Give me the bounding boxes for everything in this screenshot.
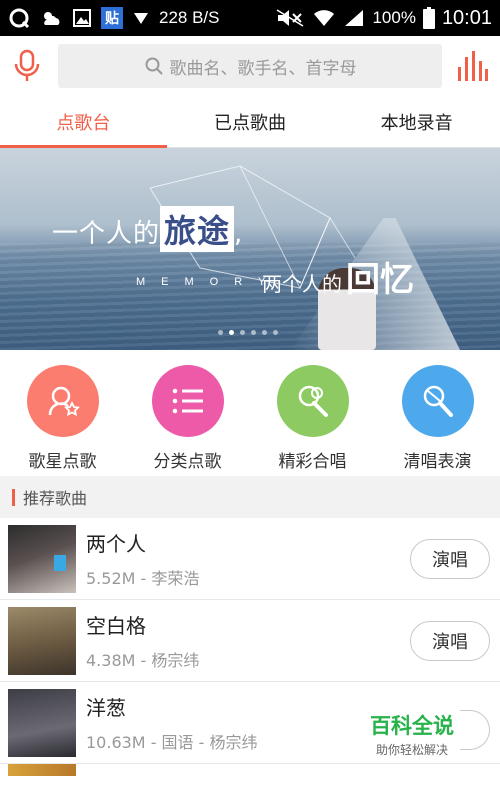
cover-tag xyxy=(54,554,66,571)
search-placeholder: 歌曲名、歌手名、首字母 xyxy=(169,58,357,79)
page-dot xyxy=(218,330,223,335)
mute-icon xyxy=(275,8,305,28)
song-meta: 5.52M - 李荣浩 xyxy=(86,569,200,588)
clock: 10:01 xyxy=(441,6,492,29)
battery-icon xyxy=(422,7,435,29)
wifi-icon xyxy=(312,8,336,28)
section-accent-bar xyxy=(12,488,15,506)
song-row[interactable]: 两个人 5.52M - 李荣浩 演唱 xyxy=(0,518,500,600)
banner-line2-prefix: 两个人的 xyxy=(262,272,342,296)
category-singer[interactable]: 歌星点歌 xyxy=(0,365,125,476)
q-app-icon xyxy=(8,7,30,29)
weather-icon xyxy=(39,8,63,28)
search-input[interactable]: 歌曲名、歌手名、首字母 xyxy=(58,44,442,88)
download-icon xyxy=(132,9,150,27)
watermark-subtitle: 助你轻松解决 xyxy=(375,743,448,757)
album-cover xyxy=(8,688,76,757)
category-label: 精彩合唱 xyxy=(278,452,347,472)
category-label: 清唱表演 xyxy=(403,452,472,472)
gallery-icon xyxy=(72,8,92,28)
search-icon xyxy=(144,56,164,76)
song-title: 两个人 xyxy=(86,532,146,556)
song-meta: 4.38M - 杨宗纬 xyxy=(86,651,200,670)
signal-icon xyxy=(343,8,365,28)
song-row[interactable]: 空白格 4.38M - 杨宗纬 演唱 xyxy=(0,600,500,682)
song-title: 空白格 xyxy=(86,614,146,638)
category-genre[interactable]: 分类点歌 xyxy=(125,365,250,476)
page-dot xyxy=(251,330,256,335)
banner-line1: 一个人的 旅途, xyxy=(52,206,243,252)
top-header: 歌曲名、歌手名、首字母 xyxy=(0,36,500,96)
page-dot xyxy=(240,330,245,335)
page-dot xyxy=(273,330,278,335)
album-cover xyxy=(8,606,76,675)
promo-banner[interactable]: 一个人的 旅途, MEMORY 两个人的 回忆 xyxy=(0,148,500,350)
watermark-title: 百科全说 xyxy=(370,714,454,738)
recommended-header: 推荐歌曲 xyxy=(0,476,500,518)
next-song-peek xyxy=(0,764,500,776)
banner-page-indicator xyxy=(218,330,278,335)
category-label: 分类点歌 xyxy=(153,452,222,472)
equalizer-icon[interactable] xyxy=(456,49,488,83)
album-cover xyxy=(8,764,76,776)
banner-line1-big: 旅途 xyxy=(160,206,235,252)
watermark-logo: 百科全说 助你轻松解决 xyxy=(362,710,462,758)
category-grid: 歌星点歌 分类点歌 精彩合唱 清唱表演 xyxy=(0,350,500,476)
page-dot xyxy=(262,330,267,335)
singer-star-icon xyxy=(26,365,99,437)
section-title: 推荐歌曲 xyxy=(23,489,88,508)
page-dot-active xyxy=(229,330,234,335)
duet-microphone-icon xyxy=(276,365,349,437)
banner-memory: MEMORY xyxy=(136,276,282,288)
tieba-icon: 贴 xyxy=(101,7,123,29)
microphone-icon xyxy=(401,365,474,437)
banner-line2: 两个人的 回忆 xyxy=(262,252,414,301)
status-bar: 贴 228 B/S 100% 10:01 xyxy=(0,0,500,36)
banner-line1-prefix: 一个人的 xyxy=(52,219,161,249)
category-label: 歌星点歌 xyxy=(28,452,97,472)
tab-requested-songs[interactable]: 已点歌曲 xyxy=(167,96,334,147)
banner-line2-big: 回忆 xyxy=(346,260,414,300)
sing-button[interactable]: 演唱 xyxy=(410,620,490,661)
category-acapella[interactable]: 清唱表演 xyxy=(375,365,500,476)
tab-bar: 点歌台 已点歌曲 本地录音 xyxy=(0,96,500,148)
list-icon xyxy=(151,365,224,437)
album-cover xyxy=(8,524,76,593)
sing-button[interactable]: 演唱 xyxy=(410,538,490,579)
tab-song-station[interactable]: 点歌台 xyxy=(0,96,167,148)
microphone-icon[interactable] xyxy=(12,49,42,83)
network-speed: 228 B/S xyxy=(159,8,220,27)
tab-local-recordings[interactable]: 本地录音 xyxy=(333,96,500,147)
battery-percent: 100% xyxy=(372,8,416,27)
category-duet[interactable]: 精彩合唱 xyxy=(250,365,375,476)
banner-line1-suffix: , xyxy=(234,219,244,249)
